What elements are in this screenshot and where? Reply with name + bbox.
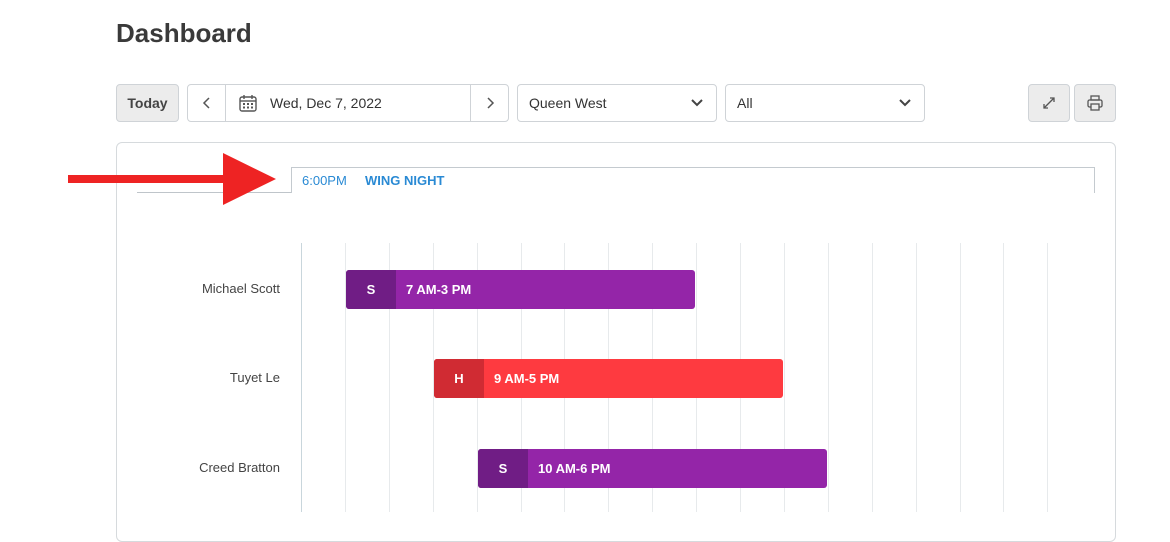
- grid-line: [960, 243, 961, 512]
- event-banner[interactable]: 6:00PM WING NIGHT: [291, 167, 1095, 193]
- event-time: 6:00PM: [302, 173, 347, 188]
- shift-bar[interactable]: S 10 AM-6 PM: [478, 449, 827, 488]
- grid-line: [301, 243, 302, 512]
- chevron-down-icon: [899, 99, 911, 107]
- print-button[interactable]: [1074, 84, 1116, 122]
- shift-role-badge: H: [434, 359, 484, 398]
- employee-name: Creed Bratton: [199, 460, 280, 475]
- shift-bar[interactable]: H 9 AM-5 PM: [434, 359, 783, 398]
- shift-bar[interactable]: S 7 AM-3 PM: [346, 270, 695, 309]
- date-label[interactable]: Wed, Dec 7, 2022: [270, 95, 382, 111]
- shift-time-label: 9 AM-5 PM: [494, 371, 560, 386]
- chevron-down-icon: [691, 99, 703, 107]
- event-name: WING NIGHT: [365, 173, 445, 188]
- expand-icon: [1043, 97, 1055, 109]
- chevron-right-icon: [486, 97, 494, 109]
- shift-time-label: 10 AM-6 PM: [538, 461, 611, 476]
- print-icon: [1087, 95, 1103, 111]
- prev-day-button[interactable]: [188, 85, 226, 121]
- date-navigator: Wed, Dec 7, 2022: [187, 84, 509, 122]
- next-day-button[interactable]: [470, 85, 508, 121]
- chevron-left-icon: [202, 97, 210, 109]
- annotation-arrow-icon: [68, 153, 276, 205]
- calendar-icon[interactable]: [238, 93, 258, 113]
- grid-line: [1003, 243, 1004, 512]
- grid-line: [872, 243, 873, 512]
- today-button[interactable]: Today: [116, 84, 179, 122]
- shift-time-label: 7 AM-3 PM: [406, 282, 472, 297]
- role-filter-value: All: [737, 95, 753, 111]
- role-filter-select[interactable]: All: [725, 84, 925, 122]
- expand-button[interactable]: [1028, 84, 1070, 122]
- shift-role-badge: S: [346, 270, 396, 309]
- location-select[interactable]: Queen West: [517, 84, 717, 122]
- location-select-value: Queen West: [529, 95, 607, 111]
- grid-line: [828, 243, 829, 512]
- shift-role-badge: S: [478, 449, 528, 488]
- employee-name: Michael Scott: [201, 281, 280, 296]
- grid-line: [1047, 243, 1048, 512]
- grid-line: [916, 243, 917, 512]
- page-title: Dashboard: [116, 18, 252, 48]
- employee-name: Tuyet Le: [229, 370, 280, 385]
